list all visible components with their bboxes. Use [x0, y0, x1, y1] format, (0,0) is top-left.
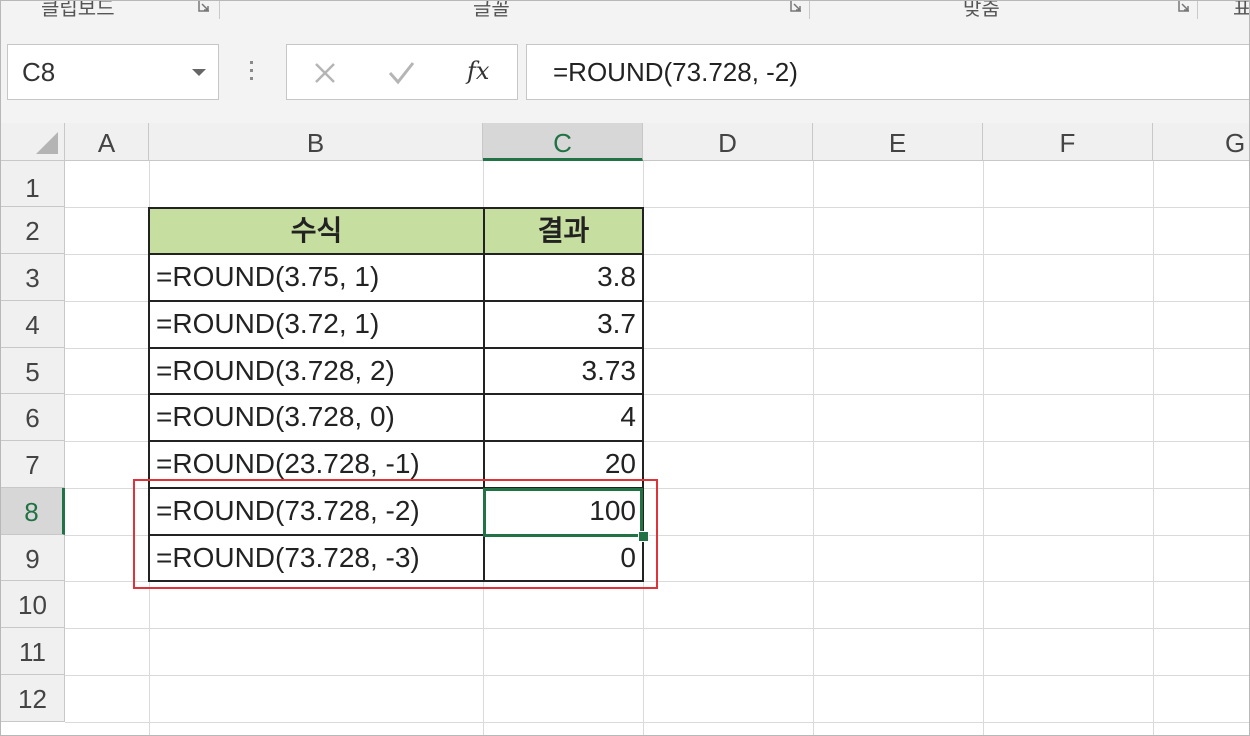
red-highlight-box	[133, 479, 658, 589]
ribbon-group-font: 글꼴	[473, 1, 510, 20]
name-box-value: C8	[22, 57, 56, 87]
column-header-f[interactable]: F	[983, 123, 1153, 161]
row-header-3[interactable]: 3	[1, 254, 65, 301]
ribbon-group-bar: 클립보드 글꼴 맞춤 표	[1, 1, 1250, 24]
formula-buttons: fx	[286, 44, 518, 100]
dialog-launcher-icon[interactable]	[1177, 1, 1191, 13]
formula-input[interactable]: =ROUND(73.728, -2)	[526, 44, 1249, 100]
row-header-7[interactable]: 7	[1, 441, 65, 488]
ribbon-separator	[219, 1, 220, 19]
formula-cell[interactable]: =ROUND(3.72, 1)	[148, 300, 485, 349]
formula-cell[interactable]: =ROUND(3.75, 1)	[148, 253, 485, 302]
column-header-a[interactable]: A	[65, 123, 149, 161]
row-header-2[interactable]: 2	[1, 207, 65, 254]
gridline	[1153, 161, 1154, 735]
row-header-9[interactable]: 9	[1, 535, 65, 581]
select-all-corner[interactable]	[1, 123, 65, 161]
row-header-1[interactable]: 1	[1, 161, 65, 207]
result-cell[interactable]: 3.7	[483, 300, 644, 349]
gridline	[813, 161, 814, 735]
row-header-8[interactable]: 8	[1, 488, 65, 535]
ribbon-group-number: 표	[1233, 1, 1250, 20]
result-cell[interactable]: 3.8	[483, 253, 644, 302]
gridline	[983, 161, 984, 735]
row-header-6[interactable]: 6	[1, 394, 65, 441]
excel-window: 클립보드 글꼴 맞춤 표 C8 fx =ROUND(73.728, -2) A …	[0, 0, 1250, 736]
ribbon-separator	[809, 1, 810, 19]
dialog-launcher-icon[interactable]	[197, 1, 211, 13]
name-box[interactable]: C8	[7, 44, 219, 100]
column-header-b[interactable]: B	[149, 123, 483, 161]
ribbon-group-clipboard: 클립보드	[41, 1, 115, 20]
row-header-11[interactable]: 11	[1, 628, 65, 675]
result-cell[interactable]: 4	[483, 393, 644, 442]
column-header-d[interactable]: D	[643, 123, 813, 161]
formula-cell[interactable]: =ROUND(3.728, 2)	[148, 347, 485, 395]
insert-function-fx-icon[interactable]: fx	[467, 57, 489, 85]
drag-handle-icon[interactable]	[250, 61, 254, 83]
row-header-12[interactable]: 12	[1, 675, 65, 722]
chevron-down-icon[interactable]	[192, 69, 206, 76]
column-header-e[interactable]: E	[813, 123, 983, 161]
column-header-c[interactable]: C	[483, 123, 643, 161]
gridline	[65, 675, 1249, 676]
result-cell[interactable]: 3.73	[483, 347, 644, 395]
formula-cell[interactable]: =ROUND(3.728, 0)	[148, 393, 485, 442]
row-header-4[interactable]: 4	[1, 301, 65, 348]
row-header-10[interactable]: 10	[1, 581, 65, 628]
table-header-formula[interactable]: 수식	[148, 207, 485, 255]
gridline	[65, 722, 1249, 723]
row-header-5[interactable]: 5	[1, 348, 65, 394]
column-header-g[interactable]: G	[1153, 123, 1249, 161]
ribbon-group-alignment: 맞춤	[963, 1, 1000, 20]
formula-text: =ROUND(73.728, -2)	[553, 57, 798, 87]
table-header-result[interactable]: 결과	[483, 207, 644, 255]
dialog-launcher-icon[interactable]	[789, 1, 803, 13]
gridline	[65, 628, 1249, 629]
formula-bar: C8 fx =ROUND(73.728, -2)	[1, 23, 1249, 123]
enter-check-icon[interactable]	[383, 55, 419, 91]
cancel-x-icon[interactable]	[307, 55, 343, 91]
ribbon-separator	[1197, 1, 1198, 19]
